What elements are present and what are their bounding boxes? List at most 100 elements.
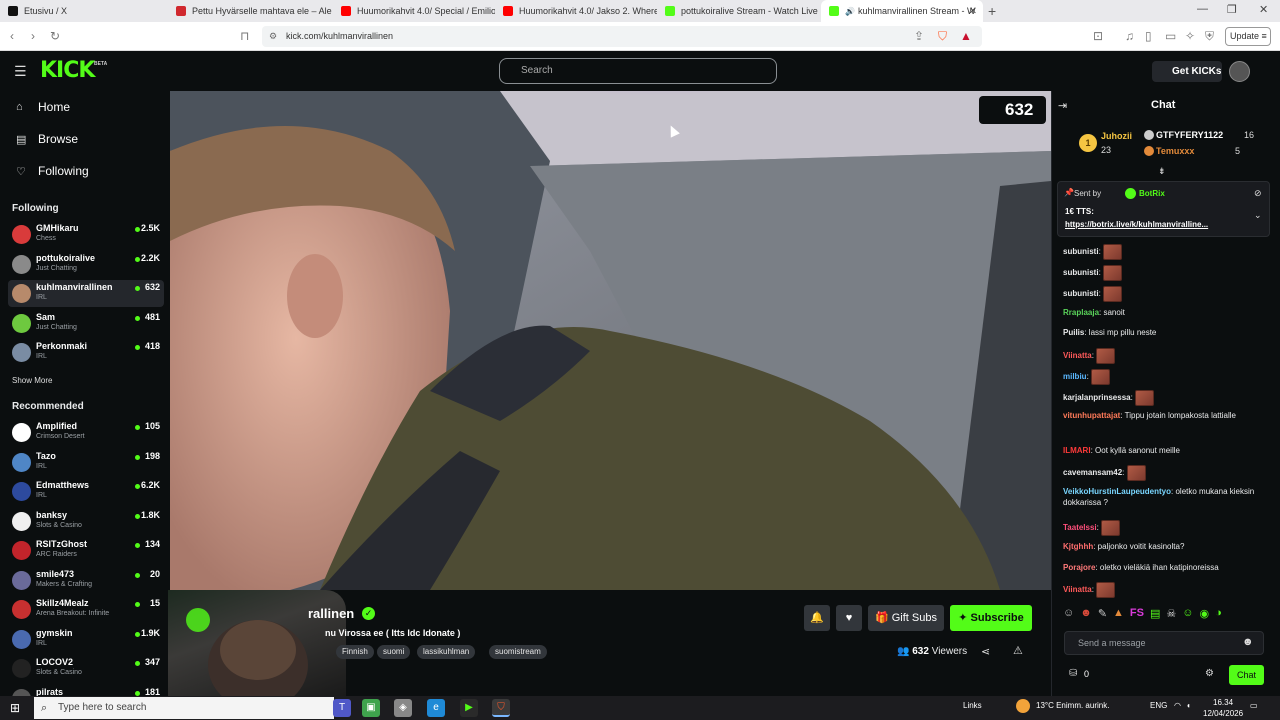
emoji-picker-icon[interactable]: ☻ <box>1242 636 1254 648</box>
teams-icon[interactable]: T <box>333 699 351 717</box>
vpn-icon[interactable]: ⛨ <box>1205 29 1214 44</box>
forward-icon[interactable]: › <box>31 29 35 43</box>
brave-shield-icon[interactable]: ⛉ <box>938 29 947 44</box>
chat-username[interactable]: subunisti <box>1063 268 1099 277</box>
get-kicks-button[interactable]: Get KICKs <box>1152 61 1222 82</box>
taskbar-clock[interactable]: 16.34 12/04/2026 <box>1203 697 1243 719</box>
stream-tag[interactable]: suomistream <box>489 645 547 659</box>
follow-button[interactable]: ♥ <box>836 605 862 631</box>
sidebar-channel[interactable]: GMHikaru Chess 2.5K <box>8 221 164 248</box>
share-icon[interactable]: ⇪ <box>914 29 924 43</box>
chat-username[interactable]: Kjtghhh <box>1063 542 1093 551</box>
pinned-message[interactable]: 📌 Sent by BotRix 1€ TTS: https://botrix.… <box>1057 181 1270 237</box>
wifi-icon[interactable]: ◠ <box>1174 701 1181 710</box>
browser-tab[interactable]: pottukoiralive Stream - Watch Live o <box>657 0 819 22</box>
chat-message-input[interactable]: Send a message <box>1064 631 1264 655</box>
chevron-down-icon[interactable]: ⌄ <box>1254 210 1262 221</box>
app-icon[interactable]: ▣ <box>362 699 380 717</box>
reload-icon[interactable]: ↻ <box>50 29 60 43</box>
minimize-icon[interactable]: — <box>1197 3 1208 15</box>
sidebar-channel[interactable]: Edmatthews IRL 6.2K <box>8 478 164 505</box>
brave-icon[interactable]: ⛉ <box>492 699 510 717</box>
sidebar-channel[interactable]: Sam Just Chatting 481 <box>8 310 164 337</box>
leo-icon[interactable]: ✧ <box>1185 29 1195 43</box>
browser-tab[interactable]: Etusivu / X <box>0 0 168 22</box>
sidebar-channel[interactable]: Perkonmaki IRL 418 <box>8 339 164 366</box>
app-icon[interactable]: ◈ <box>394 699 412 717</box>
windows-start-icon[interactable]: ⊞ <box>10 701 20 715</box>
wallet-icon[interactable]: ▭ <box>1165 29 1176 43</box>
sidebar-channel[interactable]: LOCOV2 Slots & Casino 347 <box>8 655 164 682</box>
search-input[interactable]: Search <box>499 58 777 84</box>
browser-tab[interactable]: Huumorikahvit 4.0/ Jakso 2. Where <box>495 0 657 22</box>
emote-icon[interactable]: ☺ <box>1063 607 1074 625</box>
browser-tab-active[interactable]: 🔊 kuhlmanvirallinen Stream - W ✕ <box>821 0 983 22</box>
browser-tab[interactable]: Huumorikahvit 4.0/ Special / Emilio <box>333 0 495 22</box>
bookmark-icon[interactable]: ⊓ <box>240 29 249 43</box>
subscribe-button[interactable]: ✦ Subscribe <box>950 605 1032 631</box>
show-more-button[interactable]: Show More <box>12 376 52 385</box>
brave-rewards-icon[interactable]: ▲ <box>960 29 972 43</box>
pinned-link[interactable]: https://botrix.live/k/kuhlmanviralline..… <box>1065 220 1208 229</box>
emote-icon[interactable]: ◉ <box>1200 607 1210 625</box>
stream-tag[interactable]: lassikuhlman <box>417 645 476 659</box>
emote-icon[interactable]: ▤ <box>1150 607 1160 625</box>
collapse-chat-icon[interactable]: ⇥ <box>1058 99 1067 112</box>
sidebar-channel[interactable]: Amplified Crimson Desert 105 <box>8 419 164 446</box>
weather-text[interactable]: 13°C Enimm. aurink. <box>1036 701 1109 710</box>
sidebar-nav-home[interactable]: ⌂ Home <box>16 100 70 114</box>
hide-icon[interactable]: ⊘ <box>1254 188 1262 199</box>
chat-username[interactable]: Rraplaaja <box>1063 308 1099 317</box>
edge-icon[interactable]: e <box>427 699 445 717</box>
site-info-icon[interactable]: ⚙ <box>269 26 277 47</box>
music-icon[interactable]: ♫ <box>1125 29 1134 43</box>
emote-icon[interactable]: ☻ <box>1080 607 1092 625</box>
send-chat-button[interactable]: Chat <box>1229 665 1264 685</box>
taskbar-links[interactable]: Links <box>963 701 982 710</box>
sidebar-channel[interactable]: pottukoiralive Just Chatting 2.2K <box>8 251 164 278</box>
emote-icon[interactable]: ◑ <box>1215 607 1222 625</box>
restore-icon[interactable]: ❐ <box>1227 3 1237 16</box>
close-tab-icon[interactable]: ✕ <box>969 6 977 17</box>
chat-username[interactable]: Puilis <box>1063 328 1084 337</box>
close-window-icon[interactable]: ✕ <box>1259 3 1268 16</box>
sidebar-channel[interactable]: smile473 Makers & Crafting 20 <box>8 567 164 594</box>
expand-gifters-icon[interactable]: ⇟ <box>1158 166 1166 177</box>
report-icon[interactable]: ⚠ <box>1013 644 1023 657</box>
emote-icon[interactable]: ✎ <box>1098 607 1107 625</box>
chat-username[interactable]: Viinatta <box>1063 351 1092 360</box>
taskbar-search-input[interactable]: ⌕ Type here to search <box>34 697 334 719</box>
channel-points-icon[interactable]: ⛁ <box>1069 668 1077 679</box>
stream-tag[interactable]: Finnish <box>336 645 374 659</box>
chat-username[interactable]: karjalanprinsessa <box>1063 393 1131 402</box>
chat-settings-icon[interactable]: ⚙ <box>1205 668 1214 679</box>
language-indicator[interactable]: ENG <box>1150 701 1167 710</box>
emote-icon[interactable]: FS <box>1130 607 1144 625</box>
streamer-name[interactable]: rallinen <box>308 606 354 621</box>
sidebar-channel[interactable]: RSITzGhost ARC Raiders 134 <box>8 537 164 564</box>
sidebar-icon[interactable]: ▯ <box>1145 29 1152 43</box>
chat-username[interactable]: Viinatta <box>1063 585 1092 594</box>
chat-username[interactable]: Taatelssi <box>1063 523 1097 532</box>
stream-tag[interactable]: suomi <box>377 645 411 659</box>
chat-username[interactable]: ILMARI <box>1063 446 1091 455</box>
sidebar-channel[interactable]: kuhlmanvirallinen IRL 632 <box>8 280 164 307</box>
video-player[interactable] <box>170 91 1051 590</box>
chat-username[interactable]: subunisti <box>1063 247 1099 256</box>
new-tab-icon[interactable]: + <box>988 3 996 19</box>
chat-username[interactable]: subunisti <box>1063 289 1099 298</box>
emote-icon[interactable]: ☺ <box>1182 607 1193 625</box>
chat-username[interactable]: milbiu <box>1063 372 1087 381</box>
app-icon[interactable]: ▶ <box>460 699 478 717</box>
chat-username[interactable]: VeikkoHurstinLaupeudentyo <box>1063 487 1171 496</box>
notification-icon[interactable]: ▭ <box>1250 701 1258 710</box>
sidebar-nav-browse[interactable]: ▤ Browse <box>16 132 78 146</box>
volume-icon[interactable]: ◖ <box>1186 701 1191 710</box>
share-icon[interactable]: ⋖ <box>981 645 990 658</box>
chat-username[interactable]: cavemansam42 <box>1063 468 1122 477</box>
hamburger-menu-icon[interactable]: ☰ <box>14 63 27 80</box>
extension-icon[interactable]: ⊡ <box>1093 29 1103 43</box>
chat-username[interactable]: Porajore <box>1063 563 1095 572</box>
gift-subs-button[interactable]: 🎁 Gift Subs <box>868 605 944 631</box>
back-icon[interactable]: ‹ <box>10 29 14 43</box>
